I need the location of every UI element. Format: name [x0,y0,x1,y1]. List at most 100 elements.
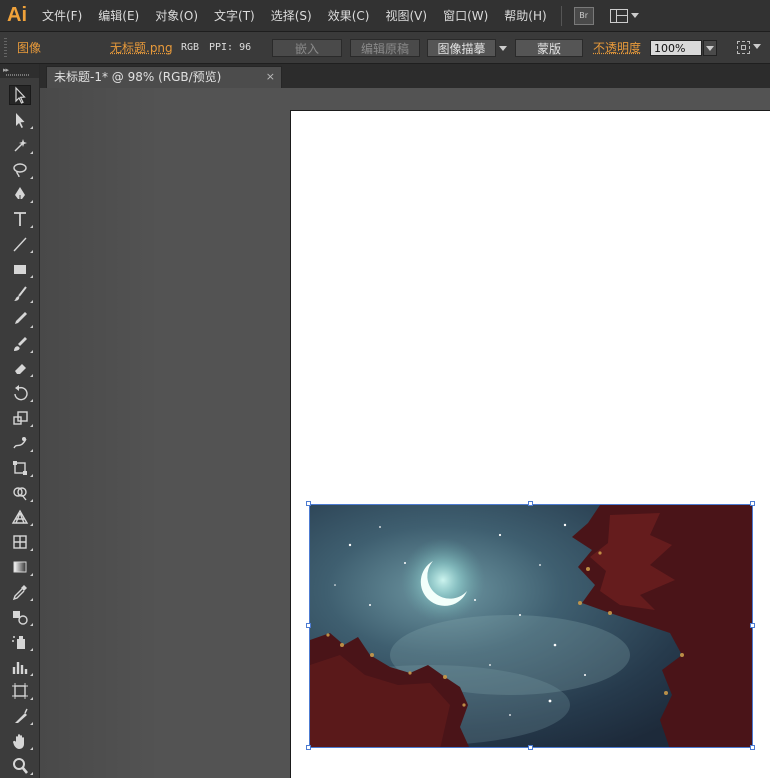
selection-handle[interactable] [306,501,311,506]
menu-edit[interactable]: 编辑(E) [90,0,147,32]
arrange-documents-button[interactable] [609,8,639,23]
free-transform-icon [13,460,27,475]
arrange-documents-icon [609,8,628,23]
chevron-down-icon [706,45,714,51]
artboard-icon [12,683,28,700]
type-tool[interactable] [9,209,33,229]
document-tab-title: 未标题-1* @ 98% (RGB/预览) [54,70,222,84]
menu-object[interactable]: 对象(O) [147,0,206,32]
close-icon[interactable]: × [266,67,275,87]
menu-file[interactable]: 文件(F) [34,0,90,32]
pencil-tool[interactable] [9,309,33,329]
direct-selection-tool[interactable] [9,110,33,130]
collapse-arrows-icon[interactable]: ▸▸ [3,66,9,74]
rectangle-tool[interactable] [9,259,33,279]
selection-handle[interactable] [306,745,311,750]
flyout-indicator [30,299,33,303]
selection-handle[interactable] [750,501,755,506]
document-tab-strip: 未标题-1* @ 98% (RGB/预览) × [40,64,770,88]
pen-tool[interactable] [9,184,33,204]
flyout-indicator [30,697,33,701]
selection-handle[interactable] [750,623,755,628]
perspective-grid-icon [11,510,29,525]
slice-tool[interactable] [9,706,33,726]
magic-wand-icon [14,138,27,152]
flyout-indicator [30,175,33,179]
mesh-tool[interactable] [9,532,33,552]
flyout-indicator [30,424,33,428]
opacity-dropdown[interactable] [703,40,717,56]
flyout-indicator [30,523,33,527]
canvas-workspace[interactable] [40,88,770,778]
shape-builder-icon [13,486,27,501]
paintbrush-tool[interactable] [9,284,33,304]
selection-handle[interactable] [528,745,533,750]
flyout-indicator [30,200,33,204]
workspace-shade [40,88,160,778]
symbol-sprayer-tool[interactable] [9,632,33,652]
zoom-tool[interactable] [9,756,33,776]
menu-select[interactable]: 选择(S) [263,0,320,32]
shape-builder-tool[interactable] [9,483,33,503]
opacity-input[interactable]: 100% [650,40,702,56]
placed-image[interactable] [309,504,753,748]
menu-effect[interactable]: 效果(C) [320,0,378,32]
flyout-indicator [30,250,33,254]
align-icon[interactable] [737,41,750,54]
edit-original-button[interactable]: 编辑原稿 [350,39,420,57]
color-mode-label: RGB [181,42,200,53]
menu-type[interactable]: 文字(T) [206,0,263,32]
scale-tool[interactable] [9,408,33,428]
flyout-indicator [30,722,33,726]
blend-tool[interactable] [9,607,33,627]
selection-tool[interactable] [9,85,31,105]
artboard-tool[interactable] [9,681,33,701]
eraser-icon [15,364,26,375]
file-name-link[interactable]: 无标题.png [110,32,173,64]
tools-panel-header[interactable]: ▸▸ [0,64,39,78]
blob-brush-tool[interactable] [9,334,33,354]
line-segment-tool[interactable] [9,234,33,254]
selection-handle[interactable] [528,501,533,506]
scale-icon [13,411,28,425]
selection-handle[interactable] [306,623,311,628]
type-icon [14,212,26,227]
magic-wand-tool[interactable] [9,135,33,155]
opacity-label[interactable]: 不透明度 [593,32,641,64]
gradient-tool[interactable] [9,557,33,577]
selection-handle[interactable] [750,745,755,750]
rotate-icon [14,385,28,401]
free-transform-tool[interactable] [9,458,33,478]
panel-grip[interactable] [4,38,7,58]
warp-tool[interactable] [9,433,33,453]
flyout-indicator [30,399,33,403]
image-trace-dropdown[interactable] [496,39,510,57]
document-tab[interactable]: 未标题-1* @ 98% (RGB/预览) × [46,66,282,88]
menu-window[interactable]: 窗口(W) [435,0,496,32]
chevron-down-icon [630,13,639,18]
rotate-tool[interactable] [9,383,33,403]
image-trace-button[interactable]: 图像描摹 [427,39,496,57]
eraser-tool[interactable] [9,358,33,378]
column-graph-tool[interactable] [9,657,33,677]
zoom-icon [13,758,29,774]
pen-icon [15,187,25,202]
flyout-indicator [30,349,33,353]
menu-help[interactable]: 帮助(H) [496,0,554,32]
embed-button[interactable]: 嵌入 [272,39,342,57]
hand-tool[interactable] [9,731,33,751]
flyout-indicator [30,225,33,229]
flyout-indicator [30,622,33,626]
panel-grip [6,74,30,76]
perspective-grid-tool[interactable] [9,507,33,527]
column-graph-icon [12,661,28,674]
lasso-tool[interactable] [9,160,33,180]
flyout-indicator [30,573,33,577]
chevron-down-icon[interactable] [753,44,761,49]
eyedropper-tool[interactable] [9,582,33,602]
mask-button[interactable]: 蒙版 [515,39,583,57]
menu-view[interactable]: 视图(V) [377,0,435,32]
blob-brush-icon [14,336,27,351]
lasso-icon [13,162,27,177]
bridge-button[interactable]: Br [573,6,594,25]
